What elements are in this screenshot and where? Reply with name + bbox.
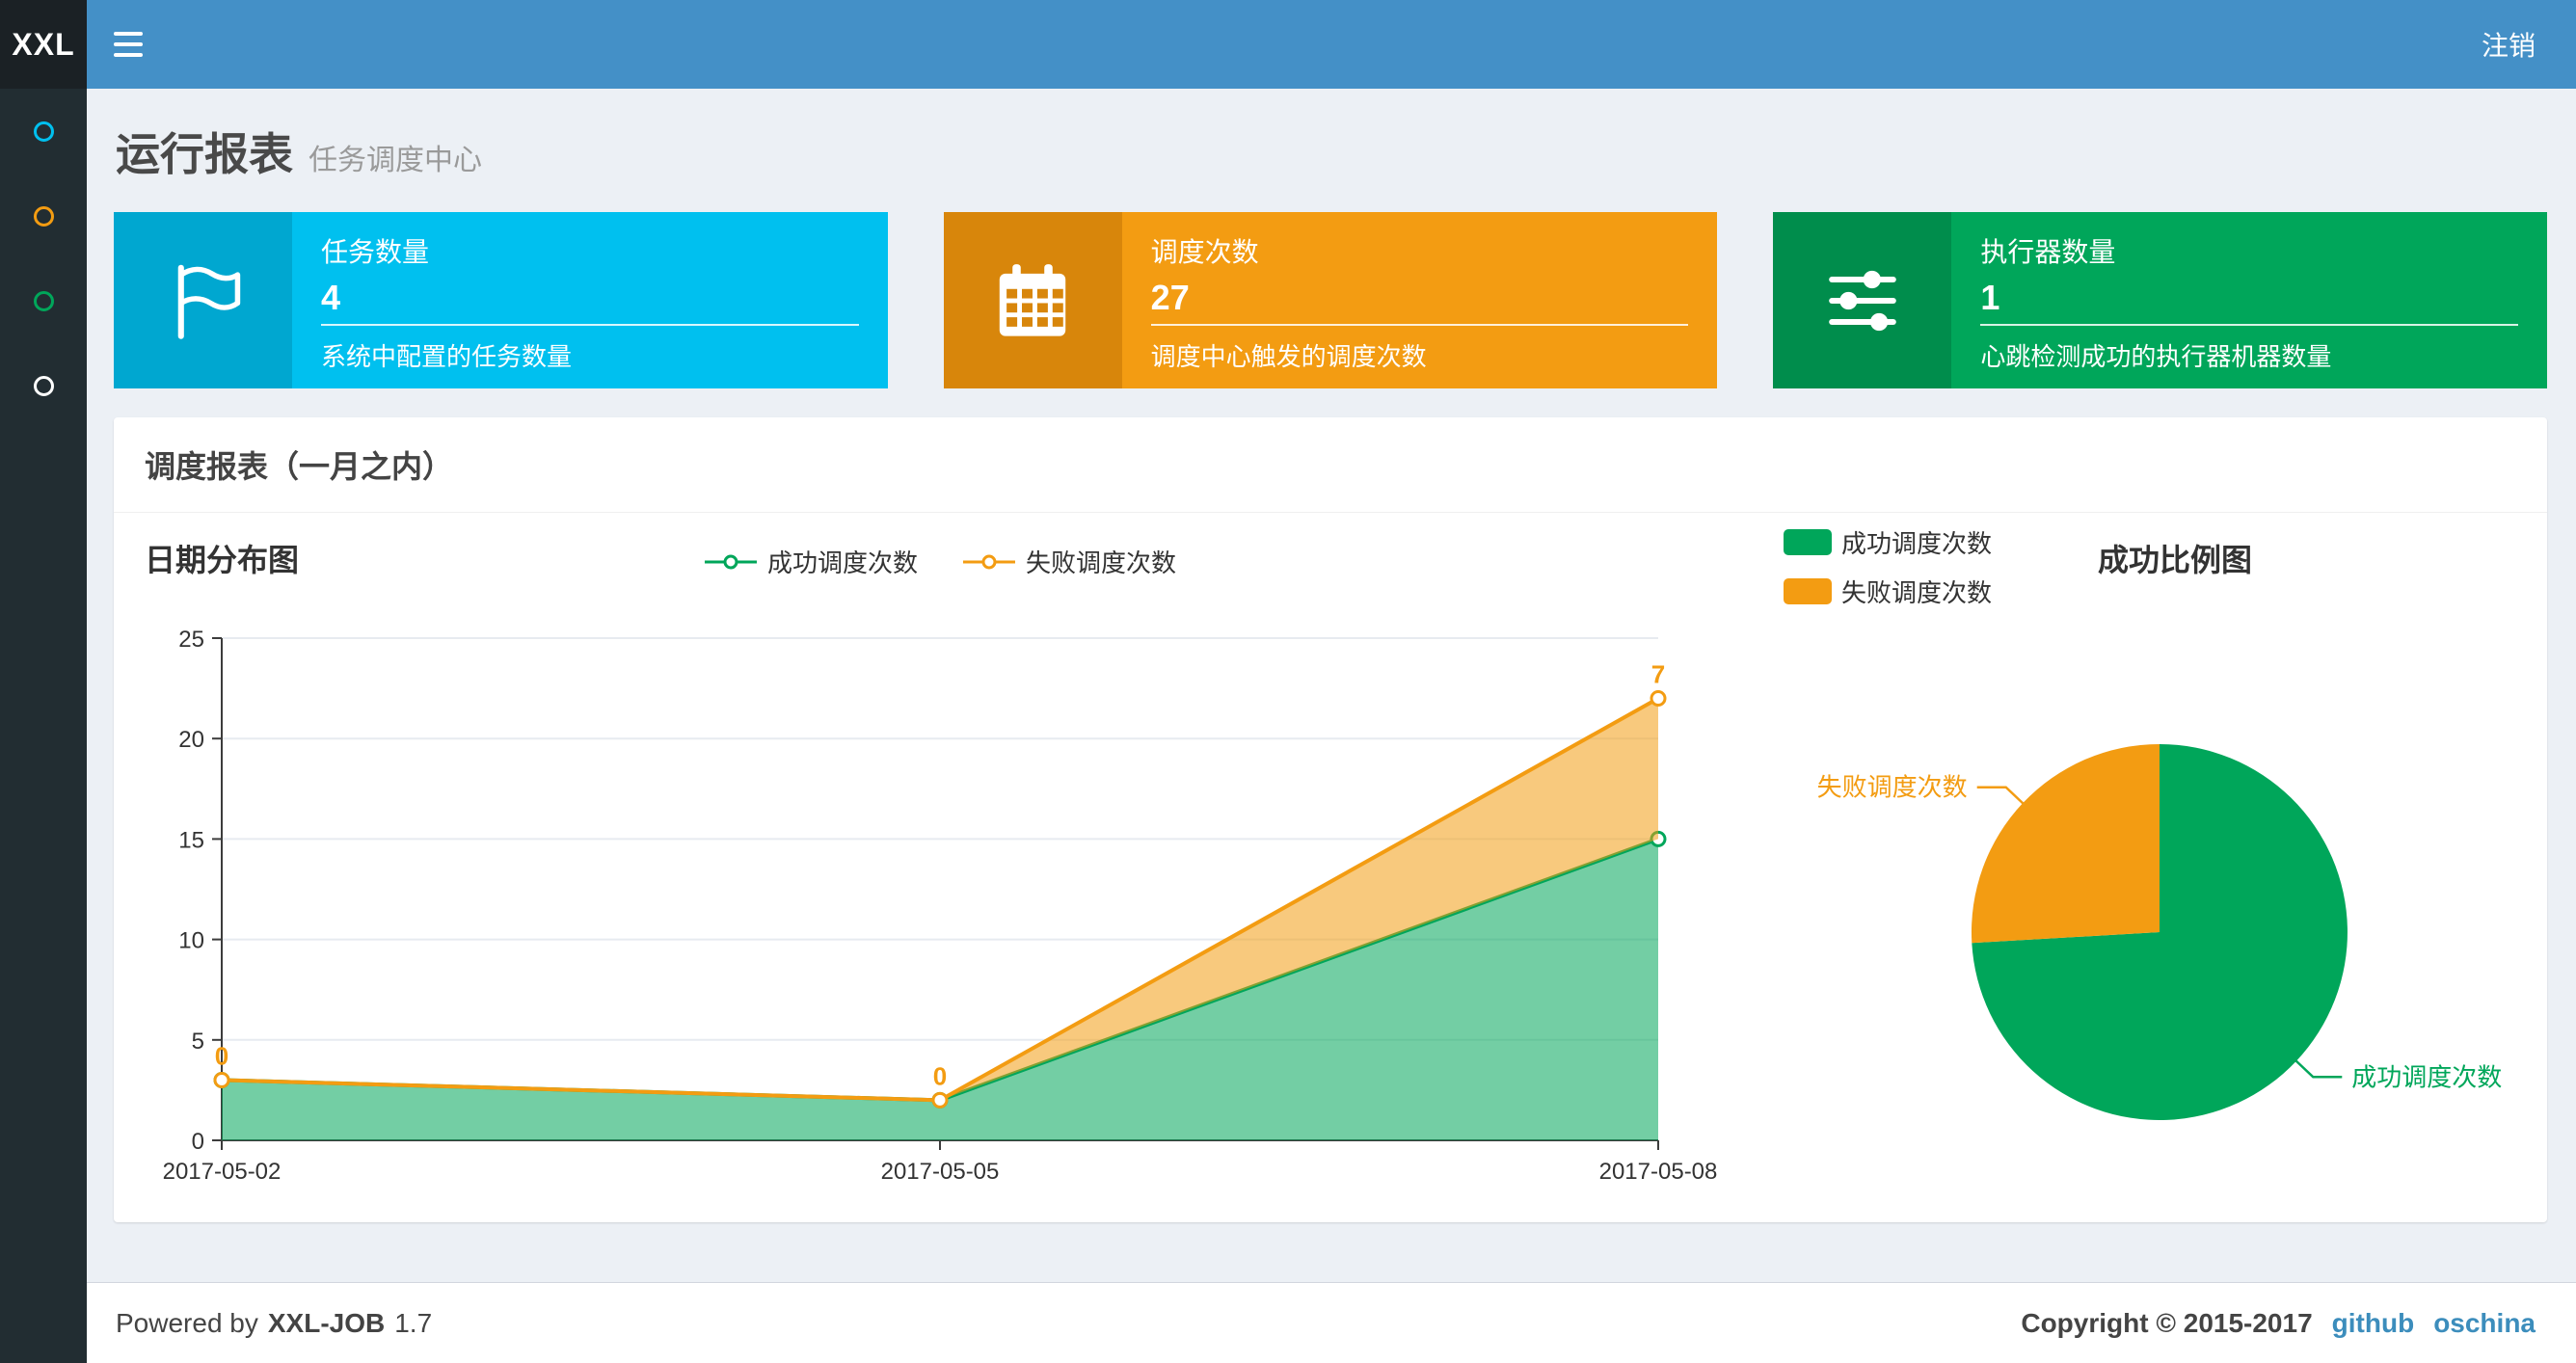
- data-point: [1650, 690, 1667, 708]
- success-ratio-section: 成功调度次数 失败调度次数 成功比例图 成功调度次数 失败调度次数: [1774, 513, 2545, 1226]
- svg-text:25: 25: [178, 627, 204, 653]
- footer: Powered by XXL-JOB 1.7 Copyright © 2015-…: [87, 1282, 2576, 1363]
- circle-o-icon: [33, 290, 54, 311]
- sidebar-item-report[interactable]: [0, 89, 87, 174]
- stat-footer: 系统中配置的任务数量: [321, 324, 859, 373]
- pie-label-line: [1976, 786, 2026, 806]
- stat-box-executor-count: 执行器数量 1 心跳检测成功的执行器机器数量: [1773, 212, 2548, 388]
- legend-label: 失败调度次数: [1841, 578, 1993, 607]
- right-column: 运行报表 任务调度中心 任务数量 4 系统中配置的任务数量 调度次数 27 调度…: [87, 89, 2576, 1363]
- pie-label-line: [2294, 1058, 2343, 1079]
- product-name: XXL-JOB: [267, 1307, 386, 1338]
- report-panel: 调度报表（一月之内） 日期分布图 成功调度次数 失败调度次数 0 5 10 15 20 25…: [114, 417, 2547, 1222]
- main-area: 运行报表 任务调度中心 任务数量 4 系统中配置的任务数量 调度次数 27 调度…: [0, 89, 2576, 1363]
- svg-text:2017-05-05: 2017-05-05: [881, 1159, 1000, 1185]
- panel-body: 日期分布图 成功调度次数 失败调度次数 0 5 10 15 20 25 2017-05-02 2…: [114, 513, 2547, 1226]
- data-point: [213, 1071, 230, 1088]
- stat-label: 执行器数量: [1980, 237, 2116, 267]
- content: 运行报表 任务调度中心 任务数量 4 系统中配置的任务数量 调度次数 27 调度…: [87, 89, 2576, 1282]
- svg-text:20: 20: [178, 727, 204, 753]
- stat-content: 任务数量 4 系统中配置的任务数量: [292, 212, 888, 388]
- github-link[interactable]: github: [2332, 1308, 2415, 1339]
- powered-by-text: Powered by: [116, 1307, 258, 1338]
- date-distribution-section: 日期分布图 成功调度次数 失败调度次数 0 5 10 15 20 25 2017-05-02 2…: [114, 513, 1743, 1226]
- svg-text:0: 0: [215, 1041, 228, 1070]
- stat-value: 27: [1150, 278, 1190, 317]
- page-subtitle: 任务调度中心: [309, 145, 482, 176]
- svg-text:0: 0: [192, 1129, 204, 1155]
- sliders-icon: [1773, 212, 1952, 388]
- stat-desc: 心跳检测成功的执行器机器数量: [1980, 342, 2332, 371]
- stat-value: 4: [321, 278, 341, 317]
- legend-swatch-icon: [1784, 578, 1832, 604]
- success-ratio-pie: 成功调度次数 失败调度次数: [1817, 744, 2502, 1120]
- hamburger-icon: [114, 32, 143, 57]
- stat-content: 调度次数 27 调度中心触发的调度次数: [1122, 212, 1718, 388]
- footer-right: Copyright © 2015-2017 github oschina: [2021, 1308, 2536, 1339]
- pie-legend: 成功调度次数 失败调度次数: [1784, 524, 1992, 609]
- circle-o-icon: [33, 205, 54, 227]
- pie-chart-title: 成功比例图: [2097, 543, 2253, 577]
- oschina-link[interactable]: oschina: [2433, 1308, 2536, 1339]
- sidebar-toggle-button[interactable]: [87, 0, 170, 89]
- line-marker-icon: [704, 554, 757, 569]
- stat-footer: 心跳检测成功的执行器机器数量: [1980, 324, 2519, 373]
- svg-text:0: 0: [933, 1061, 947, 1090]
- stat-label: 任务数量: [321, 237, 430, 267]
- legend-item-success[interactable]: 成功调度次数: [1784, 524, 1992, 560]
- date-distribution-chart: 05101520252017-05-02 2017-05-05 2017-05-08…: [163, 627, 1718, 1185]
- line-legend: 成功调度次数 失败调度次数: [704, 544, 1176, 579]
- content-header: 运行报表 任务调度中心: [116, 120, 2545, 183]
- circle-o-icon: [33, 120, 54, 142]
- line-chart-title: 日期分布图: [145, 543, 300, 577]
- stat-desc: 调度中心触发的调度次数: [1150, 342, 1427, 371]
- data-point: [931, 1091, 949, 1109]
- stat-box-job-count: 任务数量 4 系统中配置的任务数量: [114, 212, 888, 388]
- version-text: 1.7: [394, 1307, 433, 1338]
- calendar-icon: [943, 212, 1122, 388]
- svg-text:15: 15: [178, 827, 204, 853]
- stat-box-trigger-count: 调度次数 27 调度中心触发的调度次数: [943, 212, 1718, 388]
- page-title: 运行报表: [116, 129, 293, 179]
- stat-value: 1: [1980, 278, 2000, 317]
- top-navbar: XXL 注销: [0, 0, 2576, 89]
- stat-desc: 系统中配置的任务数量: [321, 342, 573, 371]
- legend-item-success[interactable]: 成功调度次数: [704, 544, 918, 579]
- stat-label: 调度次数: [1150, 237, 1259, 267]
- pie-slice-label: 失败调度次数: [1817, 773, 1968, 802]
- circle-o-icon: [33, 375, 54, 396]
- svg-text:10: 10: [178, 928, 204, 954]
- app-root: XXL 注销 运行报表 任务调度中心 任务数量 4 系统中配置的任务数量 调度次…: [0, 0, 2576, 1363]
- legend-swatch-icon: [1784, 529, 1832, 555]
- pie-slice-label: 成功调度次数: [2351, 1062, 2502, 1091]
- svg-text:2017-05-08: 2017-05-08: [1599, 1159, 1718, 1185]
- panel-title: 调度报表（一月之内）: [114, 417, 2547, 513]
- footer-left: Powered by XXL-JOB 1.7: [116, 1308, 432, 1339]
- copyright-text: Copyright © 2015-2017: [2021, 1307, 2313, 1338]
- flag-icon: [114, 212, 292, 388]
- stat-content: 执行器数量 1 心跳检测成功的执行器机器数量: [1951, 212, 2547, 388]
- logo[interactable]: XXL: [0, 0, 87, 89]
- sidebar-menu: [0, 89, 87, 1363]
- sidebar-item-jobinfo[interactable]: [0, 174, 87, 258]
- legend-label: 失败调度次数: [1026, 548, 1177, 577]
- pie-slice-fail: 失败调度次数: [1817, 744, 2160, 944]
- legend-item-fail[interactable]: 失败调度次数: [962, 544, 1176, 579]
- sidebar-item-joblog[interactable]: [0, 258, 87, 343]
- svg-text:5: 5: [192, 1029, 204, 1055]
- stat-row: 任务数量 4 系统中配置的任务数量 调度次数 27 调度中心触发的调度次数 执行…: [114, 212, 2548, 388]
- svg-text:2017-05-02: 2017-05-02: [163, 1159, 282, 1185]
- sidebar-item-group[interactable]: [0, 343, 87, 428]
- legend-item-fail[interactable]: 失败调度次数: [1784, 574, 1992, 609]
- line-marker-icon: [963, 554, 1015, 569]
- legend-label: 成功调度次数: [766, 548, 918, 577]
- legend-label: 成功调度次数: [1841, 529, 1993, 558]
- logout-link[interactable]: 注销: [2441, 0, 2576, 89]
- svg-text:7: 7: [1651, 660, 1665, 689]
- stat-footer: 调度中心触发的调度次数: [1150, 324, 1689, 373]
